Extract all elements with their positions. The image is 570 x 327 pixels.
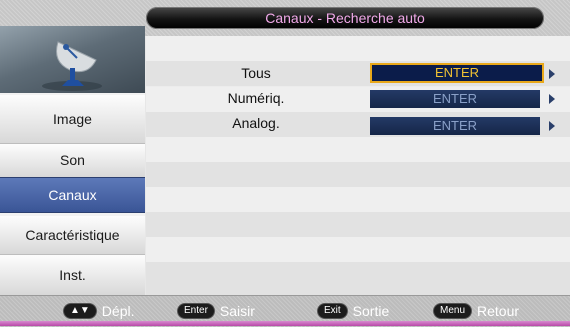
option-label: Numériq. xyxy=(227,90,285,106)
arrow-right-icon xyxy=(549,94,555,104)
empty-row xyxy=(146,137,570,162)
hint-menu: Menu Retour xyxy=(433,303,519,319)
sidebar-item-inst[interactable]: Inst. xyxy=(0,255,145,296)
empty-row xyxy=(146,187,570,212)
enter-button-analog[interactable]: ENTER xyxy=(370,117,540,135)
menu-key-icon: Menu xyxy=(433,303,473,319)
option-label: Analog. xyxy=(232,115,280,131)
empty-row xyxy=(146,262,570,295)
spacer-row xyxy=(146,36,570,61)
empty-row xyxy=(146,162,570,187)
hint-exit: Exit Sortie xyxy=(317,303,389,319)
hint-label: Saisir xyxy=(219,303,255,319)
arrow-right-icon xyxy=(549,69,555,79)
sidebar-item-caracteristique[interactable]: Caractéristique xyxy=(0,216,145,255)
option-row-numeriq[interactable]: Numériq. ENTER xyxy=(146,87,570,112)
arrow-right-icon xyxy=(549,121,555,131)
hint-label: Retour xyxy=(477,303,520,319)
hint-label: Sortie xyxy=(352,303,390,319)
options-panel: Tous ENTER Numériq. ENTER Analog. ENTER xyxy=(146,36,570,295)
hint-enter: Enter Saisir xyxy=(177,303,255,319)
enter-button-tous[interactable]: ENTER xyxy=(370,63,544,83)
up-down-icon: ▲▼ xyxy=(63,303,97,319)
option-label: Tous xyxy=(241,65,271,81)
empty-row xyxy=(146,237,570,262)
exit-key-icon: Exit xyxy=(317,303,348,319)
satellite-dish-icon xyxy=(42,41,102,91)
section-icon-tile xyxy=(0,26,145,93)
hint-label: Dépl. xyxy=(101,303,135,319)
page-title: Canaux - Recherche auto xyxy=(146,7,544,29)
tv-osd-screen: Canaux - Recherche auto Image Son Canaux… xyxy=(0,0,570,327)
hint-navigate: ▲▼ Dépl. xyxy=(63,303,134,319)
option-row-tous[interactable]: Tous ENTER xyxy=(146,61,570,86)
sidebar-item-canaux[interactable]: Canaux xyxy=(0,177,145,213)
bottom-accent-strip xyxy=(0,321,570,326)
sidebar-item-image[interactable]: Image xyxy=(0,95,145,144)
enter-button-numeriq[interactable]: ENTER xyxy=(370,90,540,108)
sidebar-item-son[interactable]: Son xyxy=(0,144,145,178)
option-row-analog[interactable]: Analog. ENTER xyxy=(146,112,570,137)
enter-key-icon: Enter xyxy=(177,303,215,319)
sidebar: Image Son Canaux Caractéristique Inst. xyxy=(0,26,145,296)
empty-row xyxy=(146,212,570,237)
